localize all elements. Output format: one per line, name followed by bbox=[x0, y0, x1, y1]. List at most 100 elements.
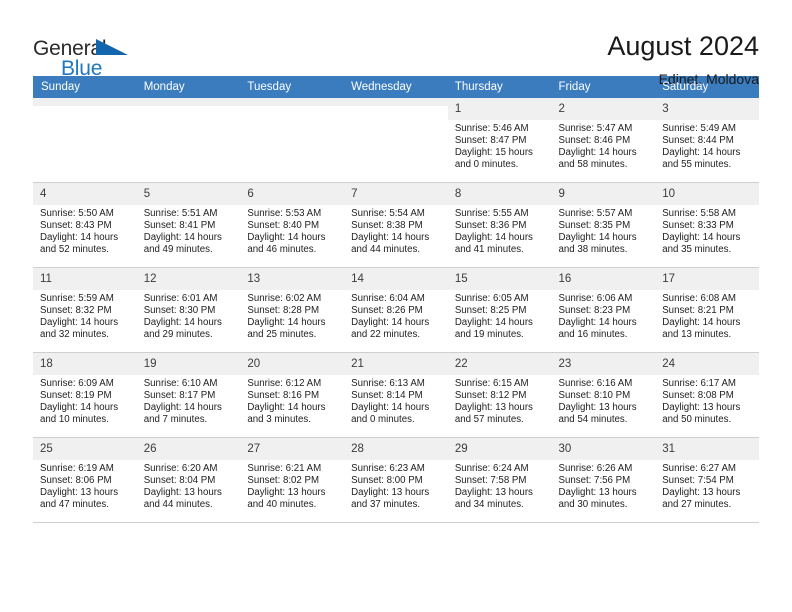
calendar-week-row: 4 Sunrise: 5:50 AM Sunset: 8:43 PM Daylight… bbox=[33, 182, 759, 268]
sunset-text: Sunset: 8:06 PM bbox=[40, 475, 112, 487]
day-info: Sunrise: 5:47 AM Sunset: 8:46 PM Daylight:… bbox=[559, 120, 650, 171]
sunrise-text: Sunrise: 5:47 AM bbox=[558, 123, 633, 134]
calendar-day-cell[interactable]: 8 Sunrise: 5:55 AM Sunset: 8:36 PM Daylight… bbox=[447, 182, 552, 268]
calendar-day-cell[interactable]: 7 Sunrise: 5:54 AM Sunset: 8:38 PM Daylight… bbox=[344, 182, 448, 268]
day-cell-inner: 24 Sunrise: 6:17 AM Sunset: 8:08 PM Dayligh… bbox=[655, 353, 759, 437]
calendar-day-cell[interactable]: 11 Sunrise: 5:59 AM Sunset: 8:32 PM Dayligh… bbox=[33, 267, 137, 353]
day-number: 17 bbox=[655, 268, 759, 290]
calendar-day-cell[interactable]: 2 Sunrise: 5:47 AM Sunset: 8:46 PM Daylight… bbox=[551, 98, 656, 183]
calendar-day-cell[interactable]: 28 Sunrise: 6:23 AM Sunset: 8:00 PM Dayligh… bbox=[344, 437, 448, 523]
calendar-day-cell[interactable]: 25 Sunrise: 6:19 AM Sunset: 8:06 PM Dayligh… bbox=[33, 437, 137, 523]
sunrise-text: Sunrise: 5:57 AM bbox=[558, 208, 633, 219]
day-cell-inner: 14 Sunrise: 6:04 AM Sunset: 8:26 PM Dayligh… bbox=[344, 268, 448, 352]
daylight-text-line2: and 25 minutes. bbox=[247, 329, 317, 341]
calendar-day-cell[interactable]: 18 Sunrise: 6:09 AM Sunset: 8:19 PM Dayligh… bbox=[33, 352, 137, 438]
daylight-text-line1: Daylight: 14 hours bbox=[662, 147, 741, 159]
calendar-day-cell[interactable]: 20 Sunrise: 6:12 AM Sunset: 8:16 PM Dayligh… bbox=[240, 352, 345, 438]
day-cell-inner: 2 Sunrise: 5:47 AM Sunset: 8:46 PM Daylight… bbox=[551, 98, 656, 182]
calendar-day-cell[interactable]: 16 Sunrise: 6:06 AM Sunset: 8:23 PM Dayligh… bbox=[551, 267, 656, 353]
sunset-text: Sunset: 8:30 PM bbox=[143, 305, 216, 317]
calendar-cell-empty bbox=[136, 98, 241, 183]
daylight-text-line2: and 44 minutes. bbox=[351, 244, 421, 256]
sunset-text: Sunset: 7:58 PM bbox=[454, 475, 527, 487]
sunset-text: Sunset: 8:04 PM bbox=[143, 475, 216, 487]
sunrise-text: Sunrise: 6:02 AM bbox=[247, 293, 322, 304]
calendar-day-cell[interactable]: 3 Sunrise: 5:49 AM Sunset: 8:44 PM Daylight… bbox=[655, 98, 759, 183]
daylight-text-line1: Daylight: 13 hours bbox=[143, 487, 222, 499]
calendar-day-cell[interactable]: 10 Sunrise: 5:58 AM Sunset: 8:33 PM Dayligh… bbox=[655, 182, 759, 268]
calendar-body: 1 Sunrise: 5:46 AM Sunset: 8:47 PM Daylight… bbox=[33, 98, 759, 523]
day-cell-inner: 28 Sunrise: 6:23 AM Sunset: 8:00 PM Dayligh… bbox=[344, 438, 448, 522]
day-cell-inner: 19 Sunrise: 6:10 AM Sunset: 8:17 PM Dayligh… bbox=[136, 353, 241, 437]
day-number: 3 bbox=[655, 98, 759, 120]
calendar-day-cell[interactable]: 22 Sunrise: 6:15 AM Sunset: 8:12 PM Dayligh… bbox=[447, 352, 552, 438]
sunrise-text: Sunrise: 6:27 AM bbox=[662, 463, 736, 474]
day-number: 26 bbox=[136, 438, 241, 460]
daylight-text-line2: and 52 minutes. bbox=[40, 244, 109, 256]
calendar-day-cell[interactable]: 1 Sunrise: 5:46 AM Sunset: 8:47 PM Daylight… bbox=[447, 98, 552, 183]
sunset-text: Sunset: 8:46 PM bbox=[558, 135, 631, 147]
sunrise-text: Sunrise: 6:06 AM bbox=[558, 293, 633, 304]
calendar-day-cell[interactable]: 4 Sunrise: 5:50 AM Sunset: 8:43 PM Daylight… bbox=[33, 182, 137, 268]
daylight-text-line1: Daylight: 14 hours bbox=[558, 317, 637, 329]
sunrise-text: Sunrise: 6:01 AM bbox=[143, 293, 218, 304]
sunrise-text: Sunrise: 6:09 AM bbox=[40, 378, 114, 389]
sunset-text: Sunset: 8:02 PM bbox=[247, 475, 320, 487]
calendar-day-cell[interactable]: 27 Sunrise: 6:21 AM Sunset: 8:02 PM Dayligh… bbox=[240, 437, 345, 523]
day-info: Sunrise: 6:24 AM Sunset: 7:58 PM Daylight:… bbox=[455, 460, 546, 511]
day-info: Sunrise: 6:08 AM Sunset: 8:21 PM Daylight:… bbox=[662, 290, 753, 341]
day-number bbox=[240, 98, 345, 106]
calendar-day-cell[interactable]: 13 Sunrise: 6:02 AM Sunset: 8:28 PM Dayligh… bbox=[240, 267, 345, 353]
sunset-text: Sunset: 7:54 PM bbox=[662, 475, 734, 487]
daylight-text-line1: Daylight: 14 hours bbox=[454, 232, 533, 244]
calendar-day-cell[interactable]: 31 Sunrise: 6:27 AM Sunset: 7:54 PM Dayligh… bbox=[655, 437, 759, 523]
day-cell-inner: 8 Sunrise: 5:55 AM Sunset: 8:36 PM Daylight… bbox=[447, 183, 552, 267]
daylight-text-line2: and 55 minutes. bbox=[662, 159, 732, 171]
calendar-day-cell[interactable]: 15 Sunrise: 6:05 AM Sunset: 8:25 PM Dayligh… bbox=[447, 267, 552, 353]
sunrise-text: Sunrise: 5:46 AM bbox=[454, 123, 529, 134]
calendar-day-cell[interactable]: 9 Sunrise: 5:57 AM Sunset: 8:35 PM Daylight… bbox=[551, 182, 656, 268]
calendar-page: General Blue August 2024 Edinet, Moldova… bbox=[0, 0, 792, 612]
day-number: 6 bbox=[240, 183, 345, 205]
day-number bbox=[33, 98, 137, 106]
calendar-day-cell[interactable]: 21 Sunrise: 6:13 AM Sunset: 8:14 PM Dayligh… bbox=[344, 352, 448, 438]
calendar-day-cell[interactable]: 30 Sunrise: 6:26 AM Sunset: 7:56 PM Dayligh… bbox=[551, 437, 656, 523]
calendar-week-row: 1 Sunrise: 5:46 AM Sunset: 8:47 PM Daylight… bbox=[33, 98, 759, 183]
calendar-day-cell[interactable]: 29 Sunrise: 6:24 AM Sunset: 7:58 PM Dayligh… bbox=[447, 437, 552, 523]
calendar-day-cell[interactable]: 17 Sunrise: 6:08 AM Sunset: 8:21 PM Dayligh… bbox=[655, 267, 759, 353]
sunrise-text: Sunrise: 6:21 AM bbox=[247, 463, 322, 474]
day-number: 21 bbox=[344, 353, 448, 375]
day-cell-inner: 18 Sunrise: 6:09 AM Sunset: 8:19 PM Dayligh… bbox=[33, 353, 137, 437]
calendar-table: Sunday Monday Tuesday Wednesday Thursday… bbox=[33, 76, 759, 523]
sunset-text: Sunset: 8:21 PM bbox=[662, 305, 734, 317]
day-info: Sunrise: 6:01 AM Sunset: 8:30 PM Daylight:… bbox=[144, 290, 235, 341]
daylight-text-line2: and 54 minutes. bbox=[558, 414, 628, 426]
day-number: 2 bbox=[551, 98, 656, 120]
calendar-day-cell[interactable]: 14 Sunrise: 6:04 AM Sunset: 8:26 PM Dayligh… bbox=[344, 267, 448, 353]
sunset-text: Sunset: 8:38 PM bbox=[351, 220, 423, 232]
calendar-day-cell[interactable]: 5 Sunrise: 5:51 AM Sunset: 8:41 PM Daylight… bbox=[136, 182, 241, 268]
day-info: Sunrise: 5:55 AM Sunset: 8:36 PM Daylight:… bbox=[455, 205, 546, 256]
daylight-text-line2: and 41 minutes. bbox=[454, 244, 524, 256]
calendar-day-cell[interactable]: 24 Sunrise: 6:17 AM Sunset: 8:08 PM Dayligh… bbox=[655, 352, 759, 438]
day-info: Sunrise: 5:50 AM Sunset: 8:43 PM Daylight:… bbox=[40, 205, 131, 256]
day-cell-inner: 15 Sunrise: 6:05 AM Sunset: 8:25 PM Dayligh… bbox=[447, 268, 552, 352]
day-cell-inner: 25 Sunrise: 6:19 AM Sunset: 8:06 PM Dayligh… bbox=[33, 438, 137, 522]
sunrise-text: Sunrise: 6:26 AM bbox=[558, 463, 633, 474]
daylight-text-line1: Daylight: 14 hours bbox=[454, 317, 533, 329]
daylight-text-line1: Daylight: 13 hours bbox=[558, 402, 637, 414]
daylight-text-line2: and 35 minutes. bbox=[662, 244, 732, 256]
calendar-day-cell[interactable]: 6 Sunrise: 5:53 AM Sunset: 8:40 PM Daylight… bbox=[240, 182, 345, 268]
daylight-text-line1: Daylight: 14 hours bbox=[558, 147, 637, 159]
calendar-day-cell[interactable]: 19 Sunrise: 6:10 AM Sunset: 8:17 PM Dayligh… bbox=[136, 352, 241, 438]
daylight-text-line1: Daylight: 14 hours bbox=[143, 402, 222, 414]
day-info: Sunrise: 6:21 AM Sunset: 8:02 PM Daylight:… bbox=[247, 460, 338, 511]
calendar-day-cell[interactable]: 12 Sunrise: 6:01 AM Sunset: 8:30 PM Dayligh… bbox=[136, 267, 241, 353]
sunrise-text: Sunrise: 6:08 AM bbox=[662, 293, 736, 304]
brand-logo[interactable]: General Blue bbox=[33, 30, 153, 82]
calendar-day-cell[interactable]: 23 Sunrise: 6:16 AM Sunset: 8:10 PM Dayligh… bbox=[551, 352, 656, 438]
day-number bbox=[344, 98, 448, 106]
day-cell-inner: 5 Sunrise: 5:51 AM Sunset: 8:41 PM Daylight… bbox=[136, 183, 241, 267]
day-number: 19 bbox=[136, 353, 241, 375]
calendar-day-cell[interactable]: 26 Sunrise: 6:20 AM Sunset: 8:04 PM Dayligh… bbox=[136, 437, 241, 523]
